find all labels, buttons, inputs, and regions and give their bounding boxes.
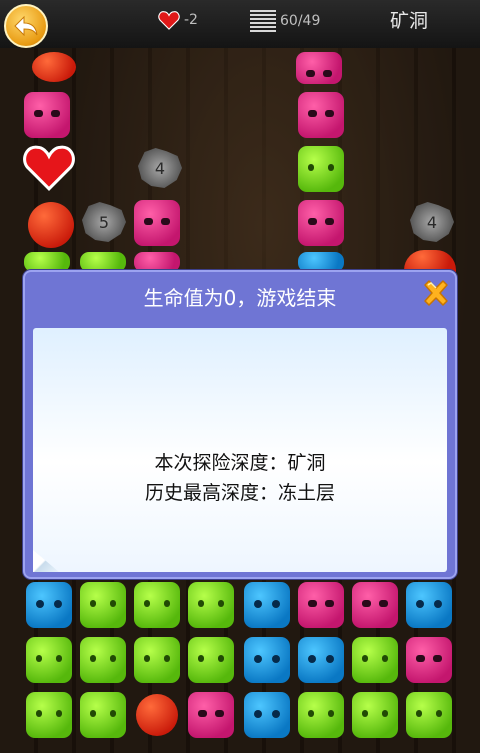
green-tile[interactable] bbox=[80, 692, 126, 738]
location-name: 矿洞 bbox=[389, 10, 428, 32]
heart-tile[interactable] bbox=[404, 250, 456, 272]
blue-tile[interactable] bbox=[244, 582, 290, 628]
top-status-bar: -2 60/49 矿洞 bbox=[0, 0, 480, 48]
green-tile[interactable] bbox=[80, 582, 126, 628]
green-tile[interactable] bbox=[80, 637, 126, 683]
blue-tile[interactable] bbox=[298, 637, 344, 683]
game-over-dialog: 生命值为0，游戏结束 本次探险深度：矿洞 历史最高深度：冻土层 bbox=[23, 270, 457, 579]
progress-value: 60/49 bbox=[280, 13, 321, 29]
level-bars-icon bbox=[250, 10, 276, 32]
blue-tile[interactable] bbox=[244, 692, 290, 738]
pink-tile[interactable] bbox=[298, 200, 344, 246]
green-tile[interactable] bbox=[188, 637, 234, 683]
dialog-body: 本次探险深度：矿洞 历史最高深度：冻土层 bbox=[33, 328, 447, 572]
pink-tile[interactable] bbox=[134, 252, 180, 272]
depth-line: 本次探险深度：矿洞 bbox=[154, 452, 326, 474]
green-tile[interactable] bbox=[298, 146, 344, 192]
bomb-tile[interactable] bbox=[32, 52, 76, 82]
lives-counter: -2 bbox=[158, 10, 198, 30]
rock-hits: 4 bbox=[426, 212, 438, 232]
heart-tile-icon[interactable] bbox=[22, 143, 76, 191]
rock-hits: 5 bbox=[98, 212, 110, 232]
green-tile[interactable] bbox=[134, 637, 180, 683]
back-button[interactable] bbox=[4, 4, 48, 48]
green-tile[interactable] bbox=[80, 252, 126, 272]
result-text: 本次探险深度：矿洞 历史最高深度：冻土层 bbox=[33, 448, 447, 508]
rock-hits: 4 bbox=[154, 158, 166, 178]
pink-tile[interactable] bbox=[298, 92, 344, 138]
green-tile[interactable] bbox=[352, 692, 398, 738]
dialog-title: 生命值为0，游戏结束 bbox=[143, 286, 337, 310]
bomb-tile[interactable] bbox=[28, 202, 74, 248]
close-x-icon[interactable] bbox=[419, 276, 453, 310]
pink-tile[interactable] bbox=[188, 692, 234, 738]
blue-tile[interactable] bbox=[298, 252, 344, 272]
heart-icon bbox=[158, 11, 180, 30]
pink-tile[interactable] bbox=[24, 92, 70, 138]
green-tile[interactable] bbox=[406, 692, 452, 738]
pink-tile[interactable] bbox=[298, 582, 344, 628]
green-tile[interactable] bbox=[26, 692, 72, 738]
pink-tile[interactable] bbox=[134, 200, 180, 246]
green-tile[interactable] bbox=[298, 692, 344, 738]
green-tile[interactable] bbox=[352, 637, 398, 683]
depth-progress: 60/49 bbox=[250, 10, 320, 32]
blue-tile[interactable] bbox=[26, 582, 72, 628]
green-tile[interactable] bbox=[134, 582, 180, 628]
back-arrow-icon bbox=[14, 15, 38, 37]
green-tile[interactable] bbox=[24, 252, 70, 272]
green-tile[interactable] bbox=[188, 582, 234, 628]
record-line: 历史最高深度：冻土层 bbox=[144, 482, 335, 504]
pink-tile[interactable] bbox=[406, 637, 452, 683]
lives-value: -2 bbox=[184, 12, 198, 28]
pink-tile[interactable] bbox=[296, 52, 342, 84]
blue-tile[interactable] bbox=[406, 582, 452, 628]
green-tile[interactable] bbox=[26, 637, 72, 683]
page-curl-decoration bbox=[33, 550, 59, 572]
blue-tile[interactable] bbox=[244, 637, 290, 683]
pink-tile[interactable] bbox=[352, 582, 398, 628]
bomb-tile[interactable] bbox=[136, 694, 178, 736]
